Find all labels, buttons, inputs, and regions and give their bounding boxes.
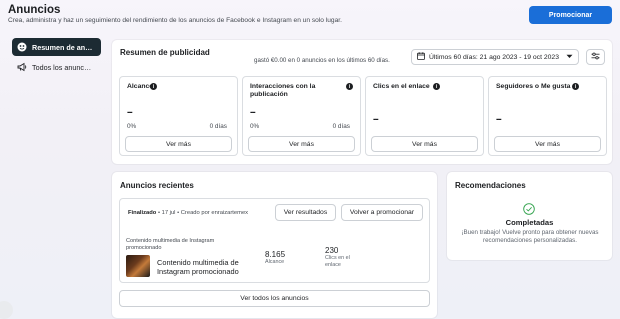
recommendations-status: Completadas [505, 218, 554, 227]
metric-card-followers: Seguidores o Me gusta i -- Ver más [488, 76, 607, 156]
ad-name[interactable]: Contenido multimedia de Instagram promoc… [157, 258, 257, 276]
metric-percent: 0% [127, 123, 137, 130]
metric-card-engagement: Interacciones con la publicación i -- 0%… [242, 76, 361, 156]
metric-card-link-clicks: Clics en el enlace i -- Ver más [365, 76, 484, 156]
calendar-icon [417, 52, 425, 62]
clicks-value: 230 [325, 246, 339, 255]
info-icon[interactable]: i [433, 83, 440, 90]
metric-title: Interacciones con la publicación [250, 83, 316, 98]
view-results-button[interactable]: Ver resultados [275, 204, 336, 221]
check-circle-icon [523, 203, 535, 215]
sidebar-item-label: Resumen de an… [32, 42, 93, 52]
metric-card-reach: Alcance i -- 0% 0 días Ver más [119, 76, 238, 156]
metric-value: -- [496, 114, 502, 125]
see-more-button[interactable]: Ver más [248, 136, 355, 152]
caret-down-icon [566, 54, 573, 61]
page-subtitle: Crea, administra y haz un seguimiento de… [8, 17, 342, 24]
recent-ads-title: Anuncios recientes [120, 181, 194, 190]
help-button[interactable] [0, 301, 13, 319]
clicks-stat: 230 Clics en el enlace [325, 246, 361, 268]
ad-status-line: Finalizado • 17 jul • Creado por enraiza… [128, 210, 248, 216]
status-badge: Finalizado [128, 210, 157, 216]
filter-settings-button[interactable] [586, 49, 605, 65]
metric-value: -- [250, 107, 256, 118]
metric-value: -- [373, 114, 379, 125]
ad-creator: Creado por enraizartemex [180, 210, 249, 216]
metric-days: 0 días [209, 123, 227, 130]
reach-stat: 8.165 Alcance [265, 250, 285, 266]
ad-type-label: Contenido multimedia de Instagram promoc… [126, 238, 215, 251]
sidebar-item-summary[interactable]: Resumen de an… [12, 38, 101, 56]
recommendations-text: ¡Buen trabajo! Vuelve pronto para obtene… [461, 229, 599, 244]
info-icon[interactable]: i [572, 83, 579, 90]
info-icon[interactable]: i [150, 83, 157, 90]
summary-note: gastó €0.00 en 0 anuncios en los últimos… [254, 57, 390, 64]
ad-date: 17 jul [161, 210, 176, 216]
info-icon[interactable]: i [346, 83, 353, 90]
summary-title: Resumen de publicidad [120, 48, 210, 57]
sidebar-item-label: Todos los anunc… [32, 62, 92, 72]
metric-percent: 0% [250, 123, 260, 130]
promote-button[interactable]: Promocionar [529, 6, 612, 24]
view-all-ads-button[interactable]: Ver todos los anuncios [119, 290, 430, 307]
clicks-label: Clics en el enlace [325, 255, 350, 268]
metric-value: -- [127, 107, 133, 118]
see-more-button[interactable]: Ver más [371, 136, 478, 152]
metric-title: Alcance [127, 83, 154, 90]
reach-label: Alcance [265, 259, 285, 265]
metric-days: 0 días [332, 123, 350, 130]
reach-value: 8.165 [265, 250, 286, 259]
metric-title: Clics en el enlace [373, 83, 430, 90]
date-range-selector[interactable]: Últimos 60 días: 21 ago 2023 - 19 oct 20… [411, 49, 579, 65]
sidebar-item-all-ads[interactable]: Todos los anunc… [12, 58, 101, 76]
see-more-button[interactable]: Ver más [494, 136, 601, 152]
sliders-icon [591, 52, 600, 62]
megaphone-icon [17, 62, 27, 72]
ad-thumbnail[interactable] [126, 255, 150, 277]
promote-again-button[interactable]: Volver a promocionar [341, 204, 423, 221]
page-title: Anuncios [8, 4, 61, 16]
see-more-button[interactable]: Ver más [125, 136, 232, 152]
date-range-label: Últimos 60 días: 21 ago 2023 - 19 oct 20… [429, 53, 559, 61]
recommendations-title: Recomendaciones [455, 181, 526, 190]
summary-icon [17, 42, 27, 52]
